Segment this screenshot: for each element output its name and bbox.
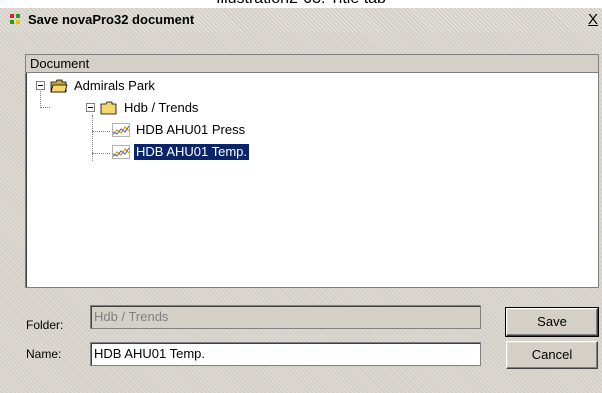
trend-chart-icon xyxy=(112,145,130,159)
close-button[interactable]: X xyxy=(588,11,598,28)
tree-node-label: HDB AHU01 Press xyxy=(136,122,246,137)
close-icon: X xyxy=(588,11,599,28)
tree-node-hdb-ahu01-press[interactable]: HDB AHU01 Press xyxy=(26,121,366,139)
folder-icon xyxy=(100,101,117,115)
tree-column-header[interactable]: Document xyxy=(26,55,598,73)
name-input[interactable]: HDB AHU01 Temp. xyxy=(90,342,481,366)
title-bar[interactable]: Save novaPro32 document X xyxy=(0,8,602,32)
tree-node-hdb-trends[interactable]: Hdb / Trends xyxy=(26,99,326,117)
folder-label: Folder: xyxy=(26,318,64,332)
folder-field: Hdb / Trends xyxy=(90,305,481,329)
app-icon xyxy=(10,14,22,26)
tree-node-label: Admirals Park xyxy=(74,78,155,93)
tree-node-label: Hdb / Trends xyxy=(124,100,199,115)
folder-icon xyxy=(50,79,68,93)
figure-caption-text: Illustration2-03: Title tab xyxy=(0,0,602,8)
document-tree[interactable]: Document Admirals Park Hdb / Trends HDB … xyxy=(25,54,599,288)
name-label: Name: xyxy=(26,347,62,361)
collapse-icon[interactable] xyxy=(36,81,45,90)
save-dialog: Save novaPro32 document X Document Admir… xyxy=(0,8,602,393)
tree-node-label-selected: HDB AHU01 Temp. xyxy=(132,143,251,161)
figure-caption: Illustration2-03: Title tab xyxy=(0,0,602,8)
cancel-button[interactable]: Cancel xyxy=(506,341,598,369)
tree-node-hdb-ahu01-temp[interactable]: HDB AHU01 Temp. xyxy=(26,143,366,161)
save-button[interactable]: Save xyxy=(505,307,599,337)
collapse-icon[interactable] xyxy=(86,103,95,112)
trend-chart-icon xyxy=(112,123,130,137)
tree-node-admirals-park[interactable]: Admirals Park xyxy=(26,77,326,95)
window-title: Save novaPro32 document xyxy=(28,12,195,27)
